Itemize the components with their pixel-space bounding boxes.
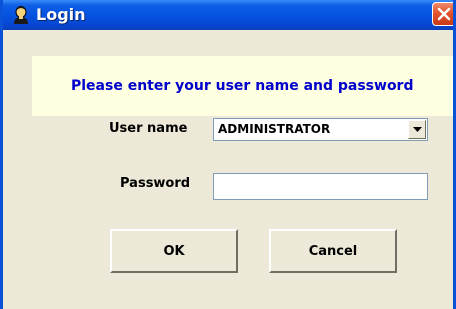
user-icon xyxy=(13,6,29,24)
username-label: User name xyxy=(109,121,188,136)
close-button[interactable] xyxy=(432,2,453,26)
username-value: ADMINISTRATOR xyxy=(218,122,331,136)
window-title: Login xyxy=(36,5,86,24)
instruction-banner: Please enter your user name and password xyxy=(32,56,453,116)
ok-button[interactable]: OK xyxy=(110,229,238,273)
password-label: Password xyxy=(120,176,191,191)
close-icon xyxy=(437,7,451,21)
chevron-down-icon xyxy=(413,127,422,132)
cancel-button[interactable]: Cancel xyxy=(269,229,397,273)
password-field[interactable] xyxy=(213,173,428,200)
instruction-text: Please enter your user name and password xyxy=(71,78,414,94)
login-dialog: Login Please enter your user name and pa… xyxy=(0,0,456,309)
username-dropdown[interactable]: ADMINISTRATOR xyxy=(213,118,428,141)
dropdown-button[interactable] xyxy=(408,120,426,139)
title-bar[interactable]: Login xyxy=(3,0,453,30)
